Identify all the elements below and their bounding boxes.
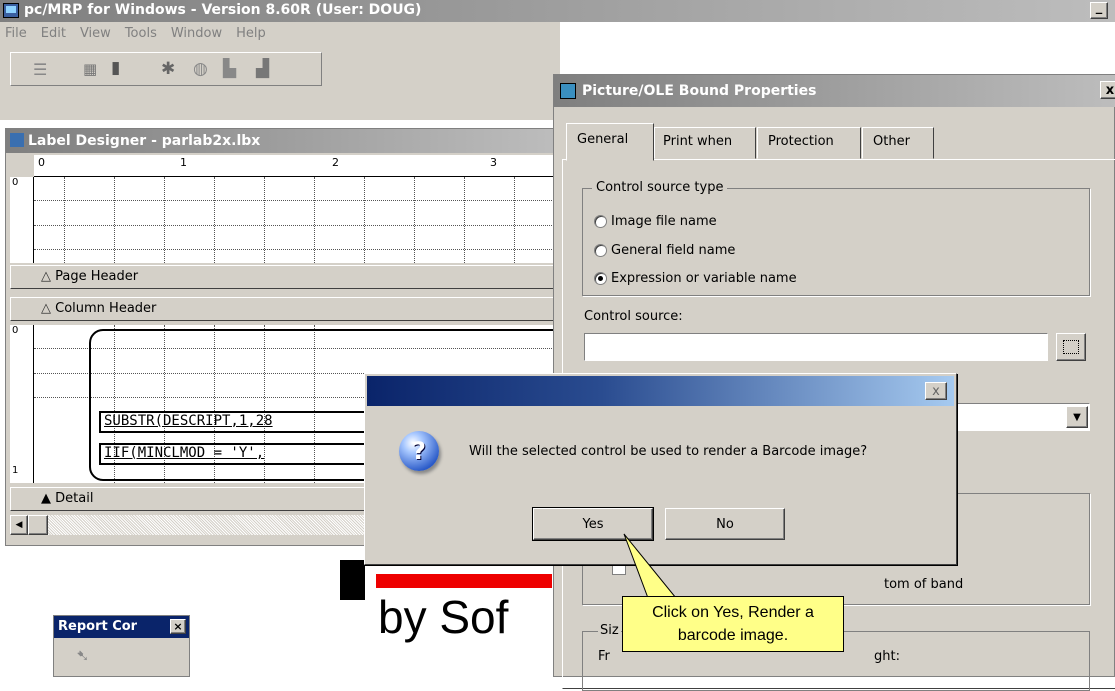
callout-text: Click on Yes, Render a barcode image. xyxy=(652,604,814,644)
app-title: pc/MRP for Windows - Version 8.60R (User… xyxy=(24,2,422,18)
question-icon: ? xyxy=(399,431,439,471)
control-source-input[interactable] xyxy=(584,333,1048,361)
radio-button[interactable] xyxy=(594,272,607,285)
band-page-header[interactable]: △ Page Header xyxy=(10,265,555,289)
menu-view[interactable]: View xyxy=(80,26,111,41)
report-controls-title: Report Cor xyxy=(58,619,138,634)
bottom-of-band-label: tom of band xyxy=(884,577,964,592)
browse-button[interactable] xyxy=(1056,333,1086,361)
scroll-left-button[interactable]: ◀ xyxy=(10,515,28,535)
radio-button[interactable] xyxy=(594,215,607,228)
app-icon xyxy=(3,3,19,18)
band-label: Detail xyxy=(55,491,94,506)
group-title: Control source type xyxy=(592,180,728,195)
ruler-label: 2 xyxy=(332,156,339,169)
minimize-button[interactable]: _ xyxy=(1090,0,1108,19)
designer-icon xyxy=(10,133,24,147)
radio-label: Expression or variable name xyxy=(611,271,797,286)
menu-window[interactable]: Window xyxy=(171,26,222,41)
tools-icon[interactable]: ✱ xyxy=(161,59,175,79)
dropdown-arrow-button[interactable]: ▼ xyxy=(1066,406,1088,428)
logo-bar xyxy=(340,560,365,600)
props-title-bar: Picture/OLE Bound Properties x xyxy=(554,75,1115,107)
designer-title: Label Designer - parlab2x.lbx xyxy=(28,133,261,149)
button-label: Yes xyxy=(582,516,604,532)
vertical-ruler: 0 xyxy=(10,177,34,263)
ruler-label: 1 xyxy=(180,156,187,169)
tab-label: Print when xyxy=(663,134,733,149)
radio-label: General field name xyxy=(611,243,736,258)
no-button[interactable]: No xyxy=(665,508,785,540)
chart-icon[interactable]: ▙ xyxy=(223,59,236,79)
dialog-close-button[interactable]: x xyxy=(925,382,947,400)
tab-label: Protection xyxy=(768,134,834,149)
tab-print-when[interactable]: Print when xyxy=(654,127,756,159)
toolbar: ☰ ▦ ▮ ✱ ◍ ▙ ▟ xyxy=(0,46,560,120)
report-controls-panel: Report Cor × ➷ xyxy=(53,615,190,677)
band-label: Page Header xyxy=(55,269,139,284)
callout-note: Click on Yes, Render a barcode image. xyxy=(622,596,844,652)
stamp-icon[interactable]: ▟ xyxy=(256,59,269,79)
ruler-label: 0 xyxy=(12,177,19,188)
tab-protection[interactable]: Protection xyxy=(757,127,861,159)
horizontal-ruler: 0 1 2 3 xyxy=(34,155,554,177)
radio-image-file[interactable]: Image file name xyxy=(594,214,717,229)
props-title: Picture/OLE Bound Properties xyxy=(582,83,817,99)
size-label: Siz xyxy=(598,623,621,638)
ruler-label: 0 xyxy=(38,156,45,169)
report-controls-close[interactable]: × xyxy=(170,619,186,634)
field-iif[interactable]: IIF(MINCLMOD = 'Y', xyxy=(99,443,399,465)
designer-title-bar: Label Designer - parlab2x.lbx xyxy=(6,129,559,153)
menu-tools[interactable]: Tools xyxy=(125,26,157,41)
menu-edit[interactable]: Edit xyxy=(41,26,66,41)
icon-glyph: ? xyxy=(412,437,426,465)
logo-red-stripe xyxy=(376,574,552,588)
dialog-title-bar xyxy=(367,376,954,406)
logo-text: by Sof xyxy=(378,591,509,643)
ruler-label: 3 xyxy=(490,156,497,169)
props-close-button[interactable]: x xyxy=(1100,81,1115,99)
radio-expression[interactable]: Expression or variable name xyxy=(594,271,797,286)
tab-label: General xyxy=(577,132,629,147)
scroll-thumb[interactable] xyxy=(28,515,48,535)
menu-bar: File Edit View Tools Window Help xyxy=(0,22,560,46)
field-text: SUBSTR(DESCRIPT,1,28 xyxy=(104,413,273,429)
globe-icon[interactable]: ◍ xyxy=(193,59,208,79)
page-header-area xyxy=(34,177,554,263)
ruler-label: 0 xyxy=(12,325,19,336)
app-title-bar: pc/MRP for Windows - Version 8.60R (User… xyxy=(0,0,1115,22)
dialog-message: Will the selected control be used to ren… xyxy=(469,444,868,459)
vertical-ruler-detail: 01 xyxy=(10,325,34,483)
page-icon[interactable]: ▮ xyxy=(111,58,120,78)
from-label: Fr xyxy=(598,649,610,664)
radio-label: Image file name xyxy=(611,214,717,229)
radio-general-field[interactable]: General field name xyxy=(594,243,735,258)
menu-help[interactable]: Help xyxy=(236,26,266,41)
menu-file[interactable]: File xyxy=(5,26,27,41)
props-icon xyxy=(560,83,576,99)
keyboard-icon[interactable]: ▦ xyxy=(83,60,97,78)
field-text: IIF(MINCLMOD = 'Y', xyxy=(104,445,265,461)
tree-icon[interactable]: ☰ xyxy=(33,60,47,79)
height-label: ght: xyxy=(874,649,900,664)
band-label: Column Header xyxy=(55,301,157,316)
tab-other[interactable]: Other xyxy=(862,127,934,159)
pointer-icon[interactable]: ➷ xyxy=(76,646,89,665)
control-source-label: Control source: xyxy=(584,309,683,324)
tab-label: Other xyxy=(873,134,910,149)
button-label: No xyxy=(716,516,734,532)
tab-general[interactable]: General xyxy=(566,123,654,161)
band-column-header[interactable]: △ Column Header xyxy=(10,297,555,321)
ruler-label: 1 xyxy=(12,465,19,476)
field-descript[interactable]: SUBSTR(DESCRIPT,1,28 xyxy=(99,411,399,433)
radio-button[interactable] xyxy=(594,244,607,257)
callout-pointer xyxy=(623,533,678,599)
toolbar-strip: ☰ ▦ ▮ ✱ ◍ ▙ ▟ xyxy=(10,52,322,86)
